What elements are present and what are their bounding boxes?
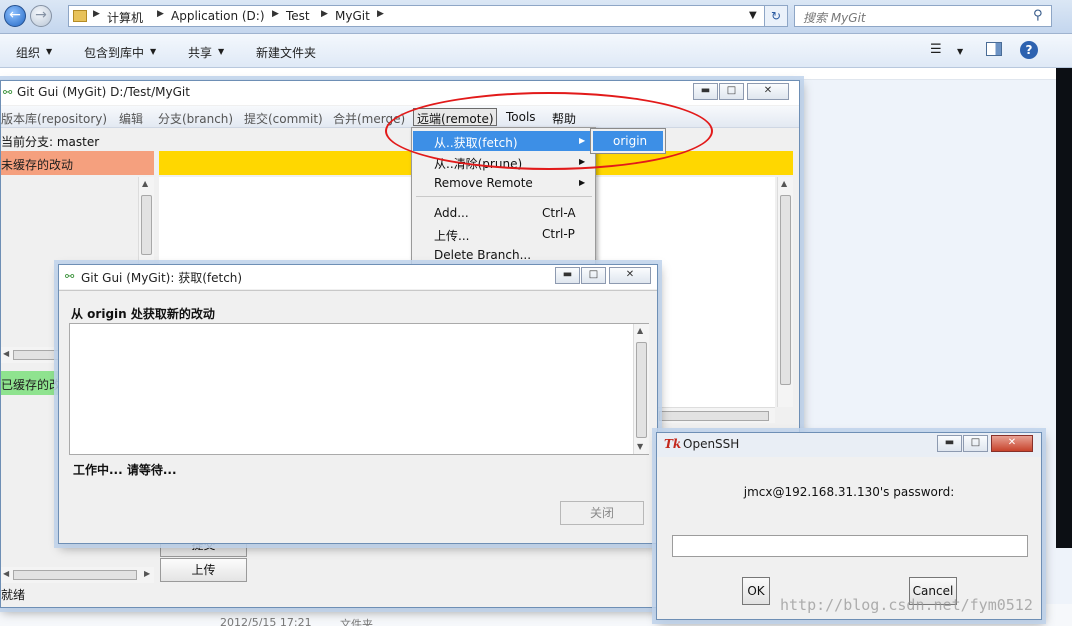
new-folder-button[interactable]: 新建文件夹 xyxy=(256,44,316,61)
menu-edit[interactable]: 编辑 xyxy=(119,110,143,127)
folder-icon xyxy=(73,10,87,22)
chevron-down-icon: ▼ xyxy=(46,47,53,56)
preview-pane-icon[interactable] xyxy=(986,42,1002,56)
breadcrumb-drive[interactable]: Application (D:) xyxy=(171,9,265,23)
fetch-output-text[interactable]: ▲ ▼ xyxy=(69,323,649,455)
scrollbar-thumb[interactable] xyxy=(659,411,769,421)
close-window-button[interactable]: ✕ xyxy=(747,83,789,100)
back-icon[interactable]: ← xyxy=(4,5,26,27)
ok-button[interactable]: OK xyxy=(742,577,770,605)
chevron-down-icon: ▼ xyxy=(957,47,964,56)
diff-scrollbar[interactable]: ▲ xyxy=(777,177,793,407)
shortcut-push: Ctrl-P xyxy=(542,227,575,241)
menu-item-push[interactable]: 上传... xyxy=(434,227,469,244)
fetch-heading: 从 origin 处获取新的改动 xyxy=(71,307,215,321)
explorer-toolbar: 组织 ▼ 包含到库中 ▼ 共享 ▼ 新建文件夹 ☰ ▼ ? xyxy=(0,34,1072,68)
fetch-window: ⚯ Git Gui (MyGit): 获取(fetch) ▬ □ ✕ 从 ori… xyxy=(58,264,658,544)
explorer-address-bar: ← → ▶ 计算机 ▶ Application (D:) ▶ Test ▶ My… xyxy=(0,0,1072,34)
chevron-down-icon: ▼ xyxy=(218,47,225,56)
maximize-button[interactable]: □ xyxy=(581,267,606,284)
openssh-titlebar: Tk OpenSSH ▬ □ ✕ xyxy=(657,433,1041,457)
breadcrumb-separator-icon: ▶ xyxy=(93,9,100,19)
scroll-left-icon[interactable]: ◀ xyxy=(3,569,9,578)
status-bar-text: 就绪 xyxy=(1,588,26,602)
git-icon: ⚯ xyxy=(65,270,75,283)
menu-item-delete-branch[interactable]: Delete Branch... xyxy=(434,248,531,262)
file-list-header xyxy=(0,68,1072,80)
scroll-up-icon[interactable]: ▲ xyxy=(637,326,643,335)
staged-h-scrollbar[interactable]: ◀ ▶ xyxy=(1,567,154,583)
watermark-text: http://blog.csdn.net/fym0512 xyxy=(780,596,1033,614)
shortcut-add: Ctrl-A xyxy=(542,206,576,220)
share-menu[interactable]: 共享 xyxy=(188,44,212,61)
staged-changes-header: 已缓存的改 xyxy=(1,371,61,395)
chevron-down-icon: ▼ xyxy=(150,47,157,56)
fetch-titlebar: ⚯ Git Gui (MyGit): 获取(fetch) ▬ □ ✕ xyxy=(59,265,657,289)
search-icon[interactable]: ⚲ xyxy=(1033,8,1043,23)
submenu-arrow-icon: ▶ xyxy=(579,178,586,187)
scrollbar-thumb[interactable] xyxy=(780,195,791,385)
git-main-title: Git Gui (MyGit) D:/Test/MyGit xyxy=(17,85,190,99)
breadcrumb-computer[interactable]: 计算机 xyxy=(107,9,143,26)
close-window-button[interactable]: ✕ xyxy=(991,435,1033,452)
file-type: 文件夹 xyxy=(340,618,373,626)
refresh-icon[interactable]: ↻ xyxy=(764,5,788,27)
fetch-title: Git Gui (MyGit): 获取(fetch) xyxy=(81,271,243,285)
menu-item-add[interactable]: Add... xyxy=(434,206,469,220)
scrollbar-thumb[interactable] xyxy=(141,195,152,255)
breadcrumb-separator-icon: ▶ xyxy=(272,9,279,19)
help-icon[interactable]: ? xyxy=(1020,41,1038,59)
menu-branch[interactable]: 分支(branch) xyxy=(158,110,233,127)
tk-icon: Tk xyxy=(664,437,682,451)
git-main-titlebar: ⚯ Git Gui (MyGit) D:/Test/MyGit ▬ □ ✕ xyxy=(1,81,799,105)
address-field[interactable]: ▶ 计算机 ▶ Application (D:) ▶ Test ▶ MyGit … xyxy=(68,5,788,27)
push-button[interactable]: 上传 xyxy=(160,558,247,582)
scroll-right-icon[interactable]: ▶ xyxy=(144,569,150,578)
view-options-icon[interactable]: ☰ xyxy=(930,42,942,57)
maximize-button[interactable]: □ xyxy=(719,83,744,100)
staged-changes-label: 已缓存的改 xyxy=(1,378,62,392)
scroll-up-icon[interactable]: ▲ xyxy=(781,179,787,188)
minimize-button[interactable]: ▬ xyxy=(555,267,580,284)
maximize-button[interactable]: □ xyxy=(963,435,988,452)
menu-commit[interactable]: 提交(commit) xyxy=(244,110,323,127)
openssh-window: Tk OpenSSH ▬ □ ✕ jmcx@192.168.31.130's p… xyxy=(656,432,1042,620)
unstaged-changes-label: 未缓存的改动 xyxy=(1,158,74,172)
file-date: 2012/5/15 17:21 xyxy=(220,616,312,626)
menu-separator xyxy=(416,196,592,197)
minimize-button[interactable]: ▬ xyxy=(937,435,962,452)
minimize-button[interactable]: ▬ xyxy=(693,83,718,100)
scrollbar-thumb[interactable] xyxy=(13,570,137,580)
fetch-output-scrollbar[interactable]: ▲ ▼ xyxy=(633,324,649,454)
search-input[interactable]: 搜索 MyGit ⚲ xyxy=(794,5,1052,27)
openssh-title: OpenSSH xyxy=(683,437,740,451)
scroll-left-icon[interactable]: ◀ xyxy=(3,349,9,358)
search-placeholder: 搜索 MyGit xyxy=(803,11,866,25)
breadcrumb-separator-icon: ▶ xyxy=(321,9,328,19)
fetch-status-text: 工作中... 请等待... xyxy=(73,463,177,477)
password-field[interactable] xyxy=(672,535,1028,557)
divider xyxy=(59,290,657,291)
git-icon: ⚯ xyxy=(3,86,13,99)
scrollbar-thumb[interactable] xyxy=(636,342,647,438)
annotation-ellipse xyxy=(385,92,713,170)
password-prompt: jmcx@192.168.31.130's password: xyxy=(743,485,955,499)
address-dropdown-icon[interactable]: ▼ xyxy=(749,10,757,21)
scroll-down-icon[interactable]: ▼ xyxy=(637,442,643,451)
close-window-button[interactable]: ✕ xyxy=(609,267,651,284)
organize-menu[interactable]: 组织 xyxy=(16,44,40,61)
scroll-up-icon[interactable]: ▲ xyxy=(142,179,148,188)
breadcrumb-mygit[interactable]: MyGit xyxy=(335,9,370,23)
menu-item-remove-remote[interactable]: Remove Remote xyxy=(434,176,533,190)
breadcrumb-separator-icon: ▶ xyxy=(157,9,164,19)
forward-icon[interactable]: → xyxy=(30,5,52,27)
breadcrumb-separator-icon: ▶ xyxy=(377,9,384,19)
breadcrumb-test[interactable]: Test xyxy=(286,9,310,23)
desktop-background xyxy=(1056,68,1072,548)
current-branch-label: 当前分支: master xyxy=(1,135,100,149)
include-in-library-menu[interactable]: 包含到库中 xyxy=(84,44,144,61)
menu-repository[interactable]: 版本库(repository) xyxy=(1,110,107,127)
close-button[interactable]: 关闭 xyxy=(560,501,644,525)
unstaged-changes-header: 未缓存的改动 xyxy=(1,151,154,175)
